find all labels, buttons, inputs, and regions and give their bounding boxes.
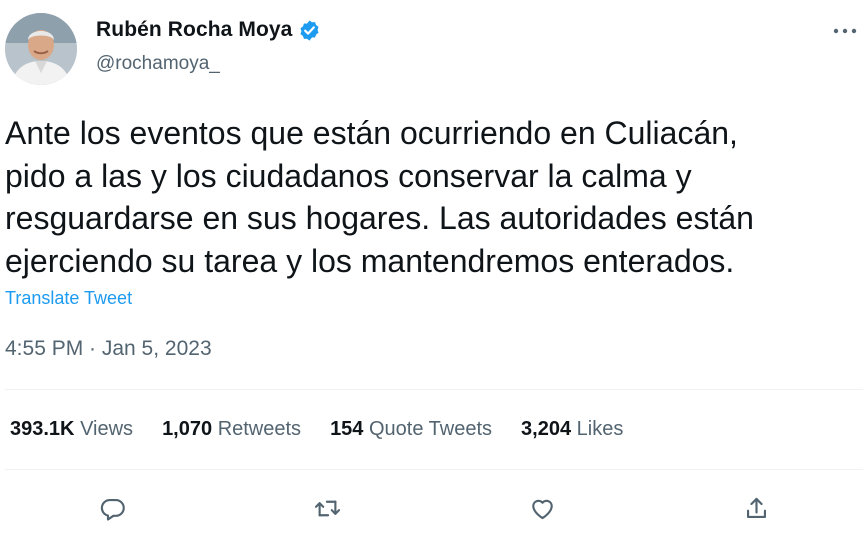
author-handle[interactable]: @rochamoya_ bbox=[96, 53, 220, 75]
quote-tweets-label: Quote Tweets bbox=[369, 418, 493, 440]
more-options-icon[interactable] bbox=[830, 20, 860, 42]
retweets-label: Retweets bbox=[217, 418, 302, 440]
avatar-image bbox=[5, 13, 77, 85]
translate-tweet-link[interactable]: Translate Tweet bbox=[5, 288, 132, 309]
author-name[interactable]: Rubén Rocha Moya bbox=[96, 18, 292, 42]
views-label: Views bbox=[80, 418, 134, 440]
likes-stat[interactable]: 3,204 Likes bbox=[521, 418, 623, 441]
tweet-card: Rubén Rocha Moya @rochamoya_ Ante los ev… bbox=[0, 0, 868, 538]
like-icon[interactable] bbox=[522, 488, 562, 528]
retweets-count: 1,070 bbox=[162, 418, 213, 440]
tweet-stats: 393.1K Views 1,070 Retweets 154 Quote Tw… bbox=[10, 418, 623, 441]
views-count: 393.1K bbox=[10, 418, 75, 440]
likes-label: Likes bbox=[576, 418, 624, 440]
tweet-actions bbox=[0, 488, 868, 528]
views-stat[interactable]: 393.1K Views bbox=[10, 418, 133, 441]
divider bbox=[5, 469, 863, 470]
divider bbox=[5, 389, 863, 390]
share-icon[interactable] bbox=[736, 488, 776, 528]
likes-count: 3,204 bbox=[521, 418, 572, 440]
tweet-timestamp[interactable]: 4:55 PM · Jan 5, 2023 bbox=[5, 337, 212, 361]
quote-tweets-count: 154 bbox=[330, 418, 364, 440]
tweet-text: Ante los eventos que están ocurriendo en… bbox=[5, 115, 754, 279]
quote-tweets-stat[interactable]: 154 Quote Tweets bbox=[330, 418, 492, 441]
verified-badge-icon[interactable] bbox=[298, 19, 321, 42]
retweets-stat[interactable]: 1,070 Retweets bbox=[162, 418, 301, 441]
reply-icon[interactable] bbox=[92, 488, 132, 528]
avatar[interactable] bbox=[5, 13, 77, 85]
retweet-icon[interactable] bbox=[307, 488, 347, 528]
author-name-row: Rubén Rocha Moya bbox=[96, 18, 321, 42]
